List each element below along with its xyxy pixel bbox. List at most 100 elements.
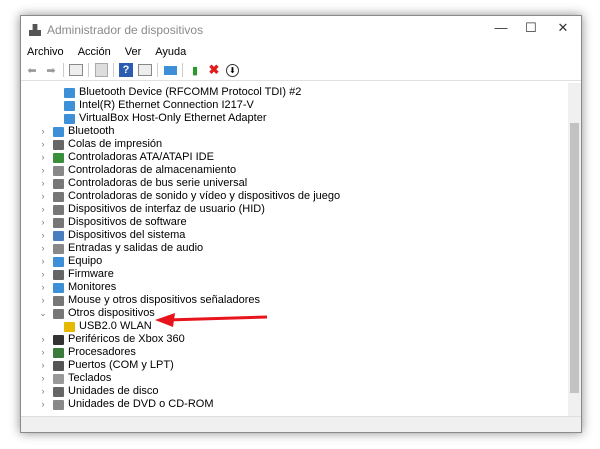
disable-icon[interactable]: ⬇ xyxy=(226,63,239,77)
device-icon xyxy=(53,386,64,397)
expand-chevron-icon[interactable]: › xyxy=(38,190,48,203)
expand-chevron-icon[interactable]: › xyxy=(38,372,48,385)
uninstall-icon[interactable]: ✖ xyxy=(207,62,221,77)
vertical-scrollbar[interactable] xyxy=(568,83,581,416)
expand-chevron-icon[interactable]: › xyxy=(38,203,48,216)
tree-item-label: Mouse y otros dispositivos señaladores xyxy=(68,294,260,306)
tree-item-category[interactable]: › Equipo xyxy=(38,255,103,268)
collapse-chevron-icon[interactable]: ⌄ xyxy=(38,307,48,320)
maximize-button[interactable]: ☐ xyxy=(516,20,546,36)
device-icon xyxy=(53,334,64,345)
tree-item-category[interactable]: › Unidades de DVD o CD-ROM xyxy=(38,398,214,411)
expand-chevron-icon[interactable]: › xyxy=(38,229,48,242)
tree-item-label: Dispositivos de interfaz de usuario (HID… xyxy=(68,203,265,215)
tree-item-label: Procesadores xyxy=(68,346,136,358)
tree-item-label: USB2.0 WLAN xyxy=(79,320,152,332)
minimize-button[interactable]: — xyxy=(486,20,516,35)
tree-item-category[interactable]: › Bluetooth xyxy=(38,125,115,138)
tree-item-device[interactable]: VirtualBox Host-Only Ethernet Adapter xyxy=(64,112,267,125)
tree-item-label: Monitores xyxy=(68,281,117,293)
tree-item-label: Equipo xyxy=(68,255,103,267)
toolbar: ⬅ ➡ ? ▮ ✖ ⬇ xyxy=(21,60,581,81)
tree-item-category[interactable]: › Unidades de disco xyxy=(38,385,159,398)
expand-chevron-icon[interactable]: › xyxy=(38,255,48,268)
tree-item-label: Otros dispositivos xyxy=(68,307,155,319)
tree-item-category[interactable]: › Dispositivos de software xyxy=(38,216,187,229)
menu-archivo[interactable]: Archivo xyxy=(27,46,64,58)
device-icon xyxy=(53,295,64,306)
device-icon xyxy=(64,321,75,332)
tree-item-label: Bluetooth xyxy=(68,125,115,137)
expand-chevron-icon[interactable]: › xyxy=(38,125,48,138)
expand-chevron-icon[interactable]: › xyxy=(38,294,48,307)
tree-item-category[interactable]: › Controladoras de bus serie universal xyxy=(38,177,248,190)
tree-item-label: Unidades de disco xyxy=(68,385,159,397)
expand-chevron-icon[interactable]: › xyxy=(38,177,48,190)
status-bar xyxy=(21,416,581,432)
forward-icon[interactable]: ➡ xyxy=(44,63,58,77)
menu-accion[interactable]: Acción xyxy=(78,46,111,58)
expand-chevron-icon[interactable]: › xyxy=(38,151,48,164)
expand-chevron-icon[interactable]: › xyxy=(38,268,48,281)
tree-item-label: Controladoras ATA/ATAPI IDE xyxy=(68,151,214,163)
tree-item-category[interactable]: ⌄ Otros dispositivos xyxy=(38,307,155,320)
expand-chevron-icon[interactable]: › xyxy=(38,359,48,372)
menu-ayuda[interactable]: Ayuda xyxy=(155,46,186,58)
tree-item-device[interactable]: Intel(R) Ethernet Connection I217-V xyxy=(64,99,254,112)
tree-item-label: Intel(R) Ethernet Connection I217-V xyxy=(79,99,254,111)
tree-item-label: Periféricos de Xbox 360 xyxy=(68,333,185,345)
tree-item-category[interactable]: › Controladoras ATA/ATAPI IDE xyxy=(38,151,214,164)
back-icon[interactable]: ⬅ xyxy=(25,63,39,77)
tree-item-label: Teclados xyxy=(68,372,112,384)
device-icon xyxy=(53,126,64,137)
device-icon xyxy=(53,269,64,280)
tree-item-category[interactable]: › Controladoras de sonido y vídeo y dispo… xyxy=(38,190,341,203)
device-icon xyxy=(53,191,64,202)
tree-item-category[interactable]: › Firmware xyxy=(38,268,114,281)
expand-chevron-icon[interactable]: › xyxy=(38,398,48,411)
tree-item-label: Puertos (COM y LPT) xyxy=(68,359,174,371)
tree-item-category[interactable]: › Colas de impresión xyxy=(38,138,163,151)
tree-item-category[interactable]: › Puertos (COM y LPT) xyxy=(38,359,174,372)
expand-chevron-icon[interactable]: › xyxy=(38,346,48,359)
expand-chevron-icon[interactable]: › xyxy=(38,333,48,346)
tree-item-device[interactable]: Bluetooth Device (RFCOMM Protocol TDI) #… xyxy=(64,86,301,99)
tree-item-category[interactable]: › Monitores xyxy=(38,281,117,294)
close-button[interactable]: ✕ xyxy=(548,20,578,36)
properties-icon[interactable] xyxy=(69,63,83,77)
tree-item-label: Controladoras de almacenamiento xyxy=(68,164,237,176)
expand-chevron-icon[interactable]: › xyxy=(38,281,48,294)
tree-item-usb-wlan[interactable]: USB2.0 WLAN xyxy=(64,320,152,333)
device-icon xyxy=(53,230,64,241)
help-icon[interactable]: ? xyxy=(119,63,133,77)
menu-ver[interactable]: Ver xyxy=(125,46,142,58)
expand-chevron-icon[interactable]: › xyxy=(38,385,48,398)
tree-item-category[interactable]: › Procesadores xyxy=(38,346,136,359)
device-icon xyxy=(53,347,64,358)
monitor-icon[interactable] xyxy=(163,63,177,77)
tree-item-category[interactable]: › Periféricos de Xbox 360 xyxy=(38,333,185,346)
tree-item-label: Bluetooth Device (RFCOMM Protocol TDI) #… xyxy=(79,86,302,98)
device-icon xyxy=(53,360,64,371)
device-icon xyxy=(53,217,64,228)
view-icon[interactable] xyxy=(138,63,152,77)
device-icon xyxy=(53,139,64,150)
tree-item-category[interactable]: › Dispositivos de interfaz de usuario (HI… xyxy=(38,203,265,216)
device-icon xyxy=(64,87,75,98)
tree-item-category[interactable]: › Dispositivos del sistema xyxy=(38,229,186,242)
expand-chevron-icon[interactable]: › xyxy=(38,216,48,229)
menu-bar: Archivo Acción Ver Ayuda xyxy=(21,44,581,60)
tree-item-category[interactable]: › Mouse y otros dispositivos señaladores xyxy=(38,294,260,307)
expand-chevron-icon[interactable]: › xyxy=(38,138,48,151)
device-icon xyxy=(53,282,64,293)
tree-item-category[interactable]: › Entradas y salidas de audio xyxy=(38,242,204,255)
scrollbar-thumb[interactable] xyxy=(570,123,579,393)
tree-item-category[interactable]: › Teclados xyxy=(38,372,112,385)
expand-chevron-icon[interactable]: › xyxy=(38,242,48,255)
tree-item-label: Dispositivos de software xyxy=(68,216,187,228)
tree-item-label: Dispositivos del sistema xyxy=(68,229,186,241)
add-driver-icon[interactable]: ▮ xyxy=(188,63,202,77)
update-icon[interactable] xyxy=(94,63,108,77)
expand-chevron-icon[interactable]: › xyxy=(38,164,48,177)
tree-item-category[interactable]: › Controladoras de almacenamiento xyxy=(38,164,237,177)
